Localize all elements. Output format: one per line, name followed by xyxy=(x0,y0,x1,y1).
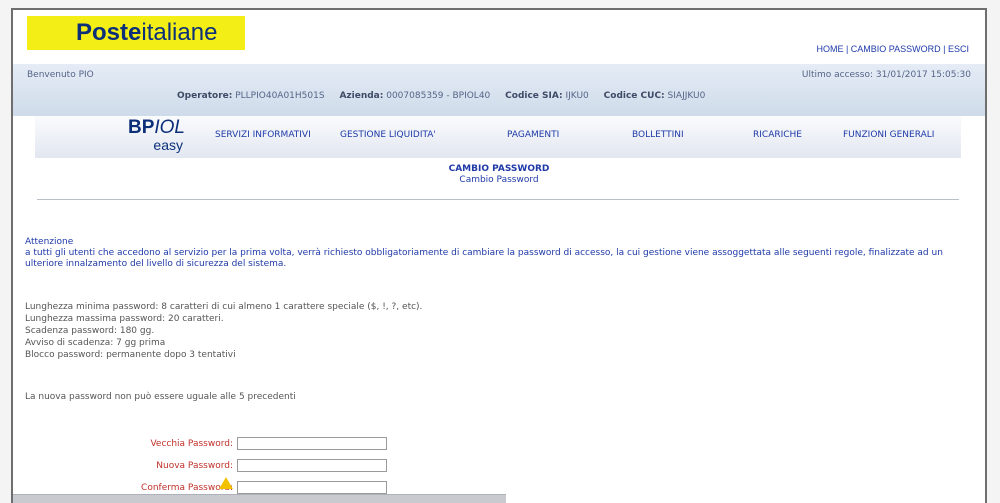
nav-pagamenti[interactable]: PAGAMENTI xyxy=(507,130,559,140)
welcome-text: Benvenuto PIO xyxy=(27,70,94,80)
old-password-label: Vecchia Password: xyxy=(150,439,233,449)
rule-expiry-warning: Avviso di scadenza: 7 gg prima xyxy=(25,338,166,348)
password-history-note: La nuova password non può essere uguale … xyxy=(25,392,296,402)
nav-gestione-liquidita[interactable]: GESTIONE LIQUIDITA' xyxy=(340,130,436,140)
codice-cuc-label: Codice CUC: xyxy=(603,91,665,101)
home-link[interactable]: HOME xyxy=(816,44,843,54)
old-password-input[interactable] xyxy=(237,437,387,450)
attention-text: a tutti gli utenti che accedono al servi… xyxy=(25,248,943,269)
new-password-row: Nuova Password: xyxy=(73,459,233,474)
cambio-password-link[interactable]: CAMBIO PASSWORD xyxy=(851,44,941,54)
codice-sia-value: IJKU0 xyxy=(565,91,589,101)
operatore-value: PLLPIO40A01H501S xyxy=(235,91,325,101)
esci-link[interactable]: ESCI xyxy=(948,44,969,54)
operatore-label: Operatore: xyxy=(177,91,233,101)
confirm-password-input[interactable] xyxy=(237,481,387,494)
last-access-text: Ultimo accesso: 31/01/2017 15:05:30 xyxy=(801,70,971,80)
nav-ricariche[interactable]: RICARICHE xyxy=(753,130,802,140)
new-password-label: Nuova Password: xyxy=(156,461,233,471)
azienda-value: 0007085359 - BPIOL40 xyxy=(386,91,491,101)
nav-funzioni-generali[interactable]: FUNZIONI GENERALI xyxy=(843,130,934,140)
title-divider xyxy=(37,199,959,200)
logo-text: Posteitaliane xyxy=(76,19,218,46)
bpiol-easy-logo[interactable]: BPIOL easy xyxy=(85,118,185,153)
rule-max-length: Lunghezza massima password: 20 caratteri… xyxy=(25,314,224,324)
rule-min-length: Lunghezza minima password: 8 caratteri d… xyxy=(25,302,423,312)
password-rules: Lunghezza minima password: 8 caratteri d… xyxy=(25,301,422,361)
azienda-label: Azienda: xyxy=(339,91,384,101)
rule-lockout: Blocco password: permanente dopo 3 tenta… xyxy=(25,350,236,360)
pointer-arrow-icon xyxy=(219,477,233,489)
page-title-main: CAMBIO PASSWORD xyxy=(448,164,550,174)
new-password-input[interactable] xyxy=(237,459,387,472)
rule-expiry: Scadenza password: 180 gg. xyxy=(25,326,155,336)
form-bottom-bar xyxy=(13,494,506,503)
old-password-row: Vecchia Password: xyxy=(73,437,233,452)
page-title: CAMBIO PASSWORD Cambio Password xyxy=(13,164,985,186)
codice-cuc-value: SIAJJKU0 xyxy=(667,91,706,101)
nav-bollettini[interactable]: BOLLETTINI xyxy=(632,130,684,140)
top-header: Posteitaliane HOME | CAMBIO PASSWORD | E… xyxy=(13,10,985,64)
codice-sia-label: Codice SIA: xyxy=(505,91,563,101)
nav-servizi-informativi[interactable]: SERVIZI INFORMATIVI xyxy=(215,130,311,140)
attention-heading: Attenzione xyxy=(25,237,74,247)
top-links: HOME | CAMBIO PASSWORD | ESCI xyxy=(816,44,969,54)
page-subtitle: Cambio Password xyxy=(459,175,539,185)
operator-info: Operatore: PLLPIO40A01H501S Azienda: 000… xyxy=(177,91,705,101)
main-nav: BPIOL easy SERVIZI INFORMATIVI GESTIONE … xyxy=(35,116,961,158)
user-info-bar: Benvenuto PIO Ultimo accesso: 31/01/2017… xyxy=(13,64,985,116)
attention-notice: Attenzione a tutti gli utenti che accedo… xyxy=(25,237,960,270)
browser-frame: Posteitaliane HOME | CAMBIO PASSWORD | E… xyxy=(11,8,987,503)
poste-italiane-logo[interactable]: Posteitaliane xyxy=(29,18,243,48)
